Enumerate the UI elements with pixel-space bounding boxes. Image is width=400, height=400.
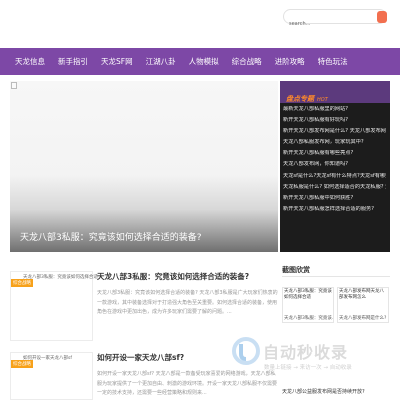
watermark-subtitle: 数量上链接 → 来访一次 → 自动收录 — [264, 365, 352, 371]
screenshot-card[interactable]: 天龙八部3私服：究竟该如何选择合适 天龙八部3私服：究竟该... — [282, 287, 334, 323]
screenshot-caption: 天龙八部发布网天龙八部发布网怎么 — [339, 289, 384, 300]
hot-topic-item[interactable]: 新开天龙八部发布网是什么? 天龙八部发布网怎么 — [283, 128, 386, 139]
hot-topic-item[interactable]: 新开天龙八部私服中如何获胜? — [283, 195, 386, 206]
nav-item-character[interactable]: 人物模拟 — [189, 56, 219, 67]
nav-item-sf[interactable]: 天龙SF网 — [101, 56, 133, 67]
hot-topic-item[interactable]: 新开天龙八部私服有哪些亮点? — [283, 150, 386, 161]
hot-topic-item[interactable]: 天龙sf是什么?天龙sf有什么特点?天龙sf有哪些游 — [283, 173, 386, 184]
category-tag[interactable]: 综合战略 — [11, 279, 33, 287]
hero-caption[interactable]: 天龙八部3私服：究竟该如何选择合适的装备? — [20, 230, 202, 243]
article-thumbnail[interactable]: 如何开设一家天龙八部sf 综合战略 — [10, 352, 93, 400]
hero-banner[interactable]: 天龙八部3私服：究竟该如何选择合适的装备? — [10, 81, 278, 252]
nav-item-info[interactable]: 天龙信息 — [15, 56, 45, 67]
search-button[interactable] — [377, 11, 387, 23]
article-item: 天龙八部3私服：究竟该如何选择合适 综合战略 天龙八部3私服：究竟该如何选择合适… — [10, 271, 278, 341]
article-body: 天龙八部3私服：究竟该如何选择合适的装备? 天龙八部3私服：究竟该如何选择合适的… — [97, 271, 278, 318]
article-excerpt: 天龙八部3私服：究竟该如何选择合适的装备? 天龙八部3私服是广大玩家们热衷的一款… — [97, 290, 278, 315]
nav-item-gossip[interactable]: 江湖八卦 — [146, 56, 176, 67]
watermark: 自动秒收录 数量上链接 → 来访一次 → 自动收录 — [231, 334, 391, 378]
watermark-logo-icon — [232, 337, 260, 365]
nav-item-features[interactable]: 特色玩法 — [318, 56, 348, 67]
hot-topic-item[interactable]: 新开天龙八部私服有好玩吗? — [283, 117, 386, 128]
nav-item-guide[interactable]: 新手指引 — [58, 56, 88, 67]
main-nav: 天龙信息 新手指引 天龙SF网 江湖八卦 人物模拟 综合战略 进阶攻略 特色玩法 — [0, 48, 400, 75]
hot-topic-item[interactable]: 天龙八部私服发布网，玩家玩其中? — [283, 139, 386, 150]
screenshot-subtitle: 天龙八部发布网是什么? — [339, 316, 387, 321]
hot-topic-item[interactable]: 最新天龙八部私服里的网站? — [283, 106, 386, 117]
hot-topics-panel: 盘点专题 HOT 最新天龙八部私服里的网站? 新开天龙八部私服有好玩吗? 新开天龙… — [280, 81, 390, 252]
hot-topic-item[interactable]: 天龙私服是什么? 如何选择适合的天龙私服? 天龙 — [283, 184, 386, 195]
hot-topics-title: 盘点专题 — [286, 95, 314, 103]
nav-item-strategy[interactable]: 综合战略 — [232, 56, 262, 67]
hot-badge: HOT — [317, 97, 328, 103]
search-input[interactable] — [284, 17, 364, 31]
hot-topics-header: 盘点专题 HOT — [280, 81, 390, 103]
thumbnail-label: 天龙八部3私服：究竟该如何选择合适 — [23, 275, 98, 280]
hot-topic-item[interactable]: 新开天龙八部私服怎样选择合适的服务? — [283, 206, 386, 217]
screenshot-card[interactable]: 天龙八部发布网天龙八部发布网怎么 天龙八部发布网是什么? — [337, 287, 389, 323]
article-title[interactable]: 天龙八部3私服：究竟该如何选择合适的装备? — [97, 271, 278, 282]
search-box — [283, 9, 387, 31]
watermark-title: 自动秒收录 — [263, 343, 349, 362]
side-link[interactable]: 天龙八部公益服发布网是否持续开放? — [282, 388, 365, 395]
broken-image-icon — [11, 82, 17, 89]
category-tag[interactable]: 综合战略 — [11, 360, 33, 368]
screenshot-subtitle: 天龙八部3私服：究竟该... — [284, 316, 333, 321]
screenshots-title: 截图欣赏 — [282, 266, 390, 277]
hot-topic-item[interactable]: 天龙八部发布网，你知道吗? — [283, 161, 386, 172]
screenshot-caption: 天龙八部3私服：究竟该如何选择合适 — [284, 289, 332, 300]
nav-item-advanced[interactable]: 进阶攻略 — [275, 56, 305, 67]
article-thumbnail[interactable]: 天龙八部3私服：究竟该如何选择合适 综合战略 — [10, 271, 98, 341]
